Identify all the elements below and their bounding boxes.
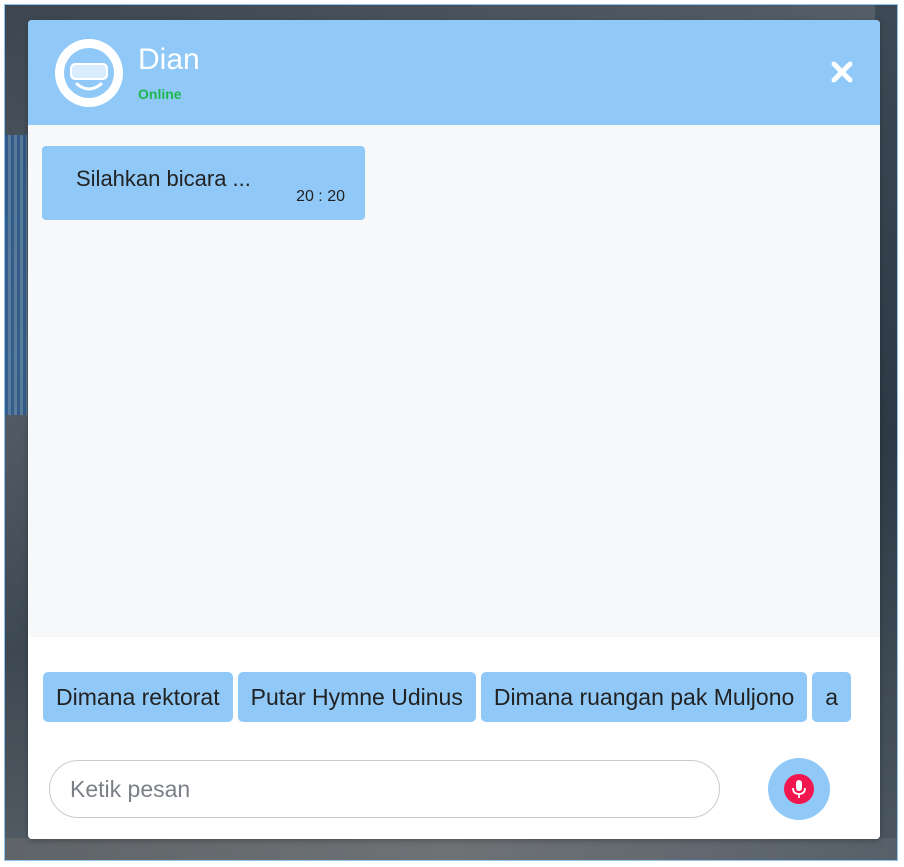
chat-window: Dian Online Silahkan bicara ... 20 : 20 … xyxy=(28,20,880,839)
message-input[interactable] xyxy=(49,760,720,818)
microphone-icon xyxy=(784,774,814,804)
vr-headset-avatar-icon xyxy=(55,39,123,107)
agent-name: Dian xyxy=(138,43,200,76)
quick-reply-chip[interactable]: Dimana rektorat xyxy=(43,672,233,722)
message-list: Silahkan bicara ... 20 : 20 xyxy=(28,125,880,637)
quick-replies: Dimana rektorat Putar Hymne Udinus Diman… xyxy=(28,637,880,749)
message-text: Silahkan bicara ... xyxy=(76,166,251,191)
quick-replies-scroller[interactable]: Dimana rektorat Putar Hymne Udinus Diman… xyxy=(43,672,865,724)
composer xyxy=(28,749,880,839)
quick-reply-chip[interactable]: Dimana ruangan pak Muljono xyxy=(480,672,808,722)
quick-reply-chip[interactable]: a xyxy=(812,672,852,722)
status-badge: Online xyxy=(138,86,182,102)
message-time: 20 : 20 xyxy=(296,188,345,205)
background-ground xyxy=(5,838,897,860)
quick-replies-row: Dimana rektorat Putar Hymne Udinus Diman… xyxy=(43,672,865,722)
chat-header: Dian Online xyxy=(28,20,880,125)
message-bubble: Silahkan bicara ... 20 : 20 xyxy=(42,146,365,220)
background-building xyxy=(5,135,27,415)
close-icon[interactable] xyxy=(828,58,856,86)
quick-reply-chip[interactable]: Putar Hymne Udinus xyxy=(237,672,476,722)
microphone-button[interactable] xyxy=(768,758,830,820)
